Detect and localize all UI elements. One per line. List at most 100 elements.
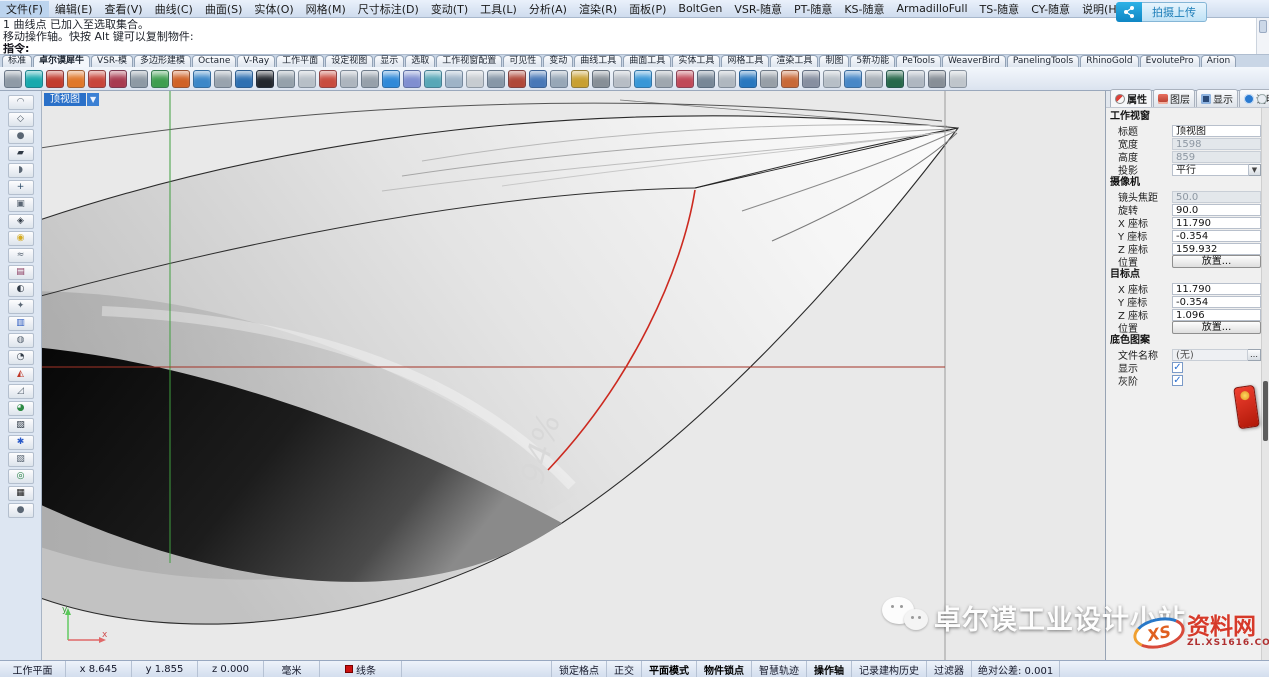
toolbar-icon-41[interactable] [865,70,883,88]
toolbar-icon-17[interactable] [361,70,379,88]
value-field[interactable]: 顶视图 [1172,125,1261,137]
palette-tool-icon-22[interactable]: ◎ [8,469,34,484]
status-toggle-1[interactable]: 正交 [607,661,642,677]
toolbar-icon-5[interactable] [109,70,127,88]
menu-item-5[interactable]: 实体(O) [248,1,299,17]
toolbar-icon-0[interactable] [4,70,22,88]
palette-tool-icon-6[interactable]: ▣ [8,197,34,212]
palette-tool-icon-10[interactable]: ▤ [8,265,34,280]
palette-tool-icon-7[interactable]: ◈ [8,214,34,229]
menu-item-1[interactable]: 编辑(E) [49,1,99,17]
palette-tool-icon-4[interactable]: ◗ [8,163,34,178]
toolbar-tab-23[interactable]: RhinoGold [1080,55,1138,67]
value-field[interactable]: 159.932 [1172,243,1261,255]
palette-tool-icon-15[interactable]: ◔ [8,350,34,365]
palette-tool-icon-14[interactable]: ◍ [8,333,34,348]
palette-tool-icon-12[interactable]: ✦ [8,299,34,314]
palette-tool-icon-18[interactable]: ◕ [8,401,34,416]
toolbar-tab-24[interactable]: EvolutePro [1140,55,1200,67]
current-layer-segment[interactable]: 线条 [320,661,402,677]
panel-scrollbar[interactable] [1261,108,1269,660]
palette-tool-icon-5[interactable]: + [8,180,34,195]
status-toggle-4[interactable]: 智慧轨迹 [752,661,807,677]
place-button[interactable]: 放置... [1172,255,1261,268]
palette-tool-icon-17[interactable]: ◿ [8,384,34,399]
toolbar-icon-27[interactable] [571,70,589,88]
command-scrollbar[interactable] [1256,18,1269,54]
palette-tool-icon-19[interactable]: ▨ [8,418,34,433]
viewport-title[interactable]: 顶视图 [44,93,86,106]
palette-tool-icon-2[interactable]: ● [8,129,34,144]
place-button[interactable]: 放置... [1172,321,1261,334]
toolbar-icon-7[interactable] [151,70,169,88]
toolbar-tab-22[interactable]: PanelingTools [1007,55,1079,67]
toolbar-tab-16[interactable]: 网格工具 [721,55,769,67]
toolbar-tab-14[interactable]: 曲面工具 [623,55,671,67]
toolbar-tab-21[interactable]: WeaverBird [942,55,1006,67]
toolbar-icon-15[interactable] [319,70,337,88]
toolbar-icon-33[interactable] [697,70,715,88]
toolbar-icon-4[interactable] [88,70,106,88]
toolbar-icon-21[interactable] [445,70,463,88]
value-field[interactable]: 11.790 [1172,217,1261,229]
menu-item-18[interactable]: TS-随意 [974,1,1026,17]
value-field[interactable]: 11.790 [1172,283,1261,295]
capture-upload-button[interactable]: 拍摄上传 [1142,2,1207,22]
toolbar-tab-0[interactable]: 标准 [2,55,32,67]
toolbar-tab-9[interactable]: 选取 [405,55,435,67]
toolbar-icon-16[interactable] [340,70,358,88]
toolbar-tab-6[interactable]: 工作平面 [276,55,324,67]
toolbar-tab-3[interactable]: 多边形建模 [134,55,191,67]
toolbar-tab-25[interactable]: Arion [1201,55,1237,67]
toolbar-icon-1[interactable] [25,70,43,88]
toolbar-icon-43[interactable] [907,70,925,88]
menu-item-12[interactable]: 面板(P) [623,1,672,17]
toolbar-tab-11[interactable]: 可见性 [503,55,542,67]
palette-tool-icon-24[interactable]: ● [8,503,34,518]
toolbar-icon-38[interactable] [802,70,820,88]
status-toggle-0[interactable]: 锁定格点 [552,661,607,677]
toolbar-tab-15[interactable]: 实体工具 [672,55,720,67]
toolbar-icon-37[interactable] [781,70,799,88]
toolbar-tab-18[interactable]: 制图 [819,55,849,67]
menu-item-10[interactable]: 分析(A) [523,1,573,17]
toolbar-tab-5[interactable]: V-Ray [237,55,275,67]
toolbar-icon-3[interactable] [67,70,85,88]
palette-tool-icon-13[interactable]: ▥ [8,316,34,331]
toolbar-icon-29[interactable] [613,70,631,88]
menu-item-7[interactable]: 尺寸标注(D) [352,1,425,17]
palette-tool-icon-11[interactable]: ◐ [8,282,34,297]
palette-tool-icon-21[interactable]: ▧ [8,452,34,467]
toolbar-tab-19[interactable]: 5新功能 [850,55,895,67]
toolbar-icon-28[interactable] [592,70,610,88]
toolbar-tab-4[interactable]: Octane [192,55,236,67]
command-scrollbar-thumb[interactable] [1259,20,1267,33]
toolbar-icon-20[interactable] [424,70,442,88]
status-toggle-7[interactable]: 过滤器 [927,661,972,677]
status-toggle-2[interactable]: 平面模式 [642,661,697,677]
menu-item-0[interactable]: 文件(F) [0,1,49,17]
panel-scrollbar-thumb[interactable] [1263,381,1268,441]
value-field[interactable]: 90.0 [1172,204,1261,216]
command-prompt[interactable]: 指令: [3,43,1253,55]
status-toggle-5[interactable]: 操作轴 [807,661,852,677]
palette-tool-icon-3[interactable]: ▰ [8,146,34,161]
palette-tool-icon-9[interactable]: ≈ [8,248,34,263]
toolbar-icon-26[interactable] [550,70,568,88]
toolbar-icon-6[interactable] [130,70,148,88]
toolbar-icon-2[interactable] [46,70,64,88]
value-field[interactable]: 1.096 [1172,309,1261,321]
toolbar-icon-32[interactable] [676,70,694,88]
menu-item-14[interactable]: VSR-随意 [728,1,788,17]
toolbar-icon-36[interactable] [760,70,778,88]
status-toggle-6[interactable]: 记录建构历史 [852,661,927,677]
toolbar-icon-45[interactable] [949,70,967,88]
panel-tab-1[interactable]: 图层 [1153,89,1195,107]
viewport-top-view[interactable]: 94% 顶视图 ▼ y x [42,91,1105,660]
palette-tool-icon-1[interactable]: ◇ [8,112,34,127]
panel-options-icon[interactable] [1257,94,1267,104]
toolbar-tab-10[interactable]: 工作视窗配置 [436,55,502,67]
toolbar-tab-12[interactable]: 变动 [543,55,573,67]
toolbar-icon-8[interactable] [172,70,190,88]
toolbar-icon-31[interactable] [655,70,673,88]
